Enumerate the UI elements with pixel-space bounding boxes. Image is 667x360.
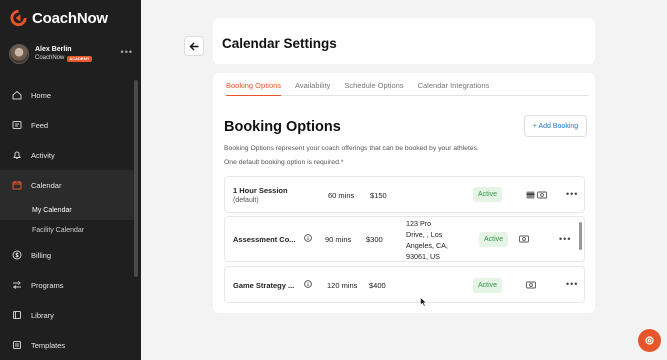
tab-availability[interactable]: Availability (295, 81, 330, 96)
sidebar-item-label: Library (31, 310, 54, 320)
section-title: Booking Options (224, 119, 341, 135)
app-name: CoachNow (32, 9, 108, 27)
info-icon[interactable] (304, 280, 312, 288)
booking-price: $400 (369, 281, 386, 290)
sidebar: CoachNow Alex Berlin CoachNow ACADEMY ••… (0, 0, 141, 360)
arrow-left-icon (189, 42, 198, 50)
booking-duration: 120 mins (327, 281, 358, 290)
feed-icon (12, 120, 22, 130)
templates-icon (12, 340, 22, 350)
sidebar-item-templates[interactable]: Templates (0, 330, 134, 360)
sidebar-item-billing[interactable]: Billing (0, 240, 134, 270)
location-line: 123 Pro (406, 219, 432, 228)
sidebar-item-calendar[interactable]: Calendar (0, 170, 134, 200)
tab-schedule-options[interactable]: Schedule Options (344, 81, 403, 96)
booking-price: $150 (370, 191, 387, 200)
page-header: Calendar Settings (213, 18, 595, 64)
section-requirement-note: One default booking option is required.* (224, 159, 344, 166)
location-line: Drive, , Los (406, 230, 443, 239)
booking-name: Assessment Co... (233, 235, 296, 244)
booking-duration: 60 mins (328, 191, 355, 200)
sidebar-item-label: Programs (31, 280, 64, 290)
cash-icon (537, 191, 547, 199)
location-line: 93061, US (406, 252, 440, 260)
coachnow-logo-icon (10, 9, 27, 27)
more-icon[interactable]: ••• (121, 47, 133, 57)
sidebar-item-label: Home (31, 90, 52, 100)
list-scrollbar[interactable] (579, 222, 582, 250)
status-badge: Active (473, 187, 503, 202)
row-more-icon[interactable]: ••• (559, 234, 571, 244)
user-name: Alex Berlin (35, 46, 72, 53)
sidebar-nav: Home Feed Activity Calendar My Calendar … (0, 80, 134, 360)
sidebar-item-label: Calendar (31, 180, 62, 190)
sidebar-item-label: Templates (31, 340, 66, 350)
page-title: Calendar Settings (222, 36, 337, 51)
help-chat-button[interactable] (638, 329, 661, 352)
sidebar-item-feed[interactable]: Feed (0, 110, 134, 140)
status-badge: Active (473, 278, 503, 293)
booking-default-label: (default) (233, 197, 259, 204)
table-row[interactable]: 1 Hour Session (default) 60 mins $150 Ac… (224, 176, 585, 213)
booking-name: 1 Hour Session (233, 186, 288, 195)
logo[interactable]: CoachNow (9, 9, 108, 27)
tab-booking-options[interactable]: Booking Options (226, 81, 282, 96)
tab-bar: Booking Options Availability Schedule Op… (226, 81, 589, 96)
sidebar-item-programs[interactable]: Programs (0, 270, 134, 300)
sidebar-item-label: Feed (31, 120, 49, 130)
tab-calendar-integrations[interactable]: Calendar Integrations (418, 81, 490, 96)
settings-card: Booking Options Availability Schedule Op… (213, 73, 595, 313)
sidebar-item-activity[interactable]: Activity (0, 140, 134, 170)
mouse-cursor-icon (420, 297, 427, 307)
sidebar-scrollbar[interactable] (134, 80, 138, 277)
library-icon (12, 310, 22, 320)
user-org: CoachNow (35, 55, 65, 61)
sidebar-subitem-facility-calendar[interactable]: Facility Calendar (0, 220, 134, 240)
avatar (9, 44, 29, 64)
credit-card-icon (526, 191, 535, 199)
booking-price: $300 (366, 235, 383, 244)
cash-icon (526, 281, 536, 289)
info-icon[interactable] (304, 234, 312, 242)
table-row[interactable]: Assessment Co... 90 mins $300 123 Pro Dr… (224, 216, 585, 262)
programs-icon (12, 280, 22, 290)
support-icon (645, 336, 654, 345)
booking-location: 123 Pro Drive, , Los Angeles, CA, 93061,… (406, 218, 466, 260)
booking-duration: 90 mins (325, 235, 352, 244)
back-button[interactable] (184, 36, 204, 56)
bell-icon (12, 150, 22, 160)
academy-badge: ACADEMY (67, 55, 92, 62)
row-more-icon[interactable]: ••• (566, 189, 578, 199)
section-description: Booking Options represent your coach off… (224, 145, 479, 152)
cash-icon (519, 235, 529, 243)
location-line: Angeles, CA, (406, 241, 448, 250)
sidebar-subitem-my-calendar[interactable]: My Calendar (0, 200, 134, 220)
sidebar-item-label: Billing (31, 250, 52, 260)
add-booking-button[interactable]: + Add Booking (524, 115, 587, 137)
sidebar-item-home[interactable]: Home (0, 80, 134, 110)
row-more-icon[interactable]: ••• (566, 279, 578, 289)
table-row[interactable]: Game Strategy ... 120 mins $400 Active •… (224, 266, 585, 303)
booking-name: Game Strategy ... (233, 281, 295, 290)
sidebar-item-library[interactable]: Library (0, 300, 134, 330)
user-profile[interactable]: Alex Berlin CoachNow ACADEMY ••• (9, 43, 133, 65)
status-badge: Active (479, 232, 509, 247)
dollar-icon (12, 250, 22, 260)
home-icon (12, 90, 22, 100)
sidebar-item-label: Activity (31, 150, 55, 160)
calendar-icon (12, 180, 22, 190)
